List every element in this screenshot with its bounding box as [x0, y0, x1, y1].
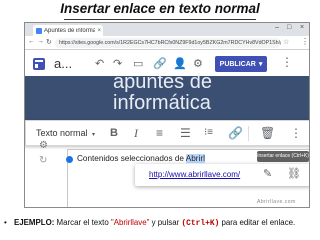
- selected-text: Abrirl: [185, 154, 205, 163]
- numbered-list-button[interactable]: ⁝≡: [204, 126, 213, 140]
- settings-gear-icon[interactable]: ⚙: [193, 57, 203, 70]
- section-settings-icon[interactable]: ⚙: [39, 140, 48, 151]
- caption-text-2: y pulsar: [149, 218, 182, 227]
- caption-text-3: para editar el enlace.: [219, 218, 296, 227]
- bold-button[interactable]: B: [110, 126, 118, 140]
- banner-title-line-2: informática: [113, 92, 211, 114]
- text-format-toolbar: Texto normal ▾ B I ≡ ☰ ⁝≡ 🔗 🗑 ⋮: [25, 120, 309, 146]
- insert-link-button[interactable]: 🔗: [228, 126, 243, 140]
- minimize-icon[interactable]: –: [275, 24, 279, 31]
- link-popup: http://www.abrirllave.com/ ✎ ⛓: [135, 164, 309, 186]
- link-url[interactable]: http://www.abrirllave.com/: [149, 170, 240, 179]
- close-window-icon[interactable]: ×: [300, 24, 304, 31]
- slide-caption: • EJEMPLO: Marcar el texto "Abrirllave" y…: [4, 218, 320, 228]
- browser-tab[interactable]: Apuntes de informática ×: [33, 25, 103, 36]
- toolbar-more-icon[interactable]: ⋮: [290, 126, 302, 140]
- more-options-icon[interactable]: ⋮: [281, 55, 293, 69]
- text-box-content[interactable]: Contenidos seleccionados de Abrirl: [77, 154, 205, 163]
- delete-icon[interactable]: 🗑: [260, 126, 275, 140]
- preview-icon[interactable]: ▭: [133, 57, 143, 70]
- unlink-icon[interactable]: ⛓: [287, 167, 301, 180]
- browser-tab-bar: Apuntes de informática × – □ ×: [25, 23, 309, 36]
- banner-title-line-1: apuntes de: [113, 71, 212, 93]
- italic-button[interactable]: I: [134, 126, 138, 140]
- tab-close-icon[interactable]: ×: [97, 28, 103, 34]
- bulleted-list-button[interactable]: ☰: [180, 126, 191, 140]
- selection-handle[interactable]: [66, 156, 73, 163]
- publish-label: PUBLICAR: [219, 60, 256, 68]
- slide-title: Insertar enlace en texto normal: [60, 1, 260, 16]
- bullet: •: [4, 218, 7, 227]
- undo-icon[interactable]: ↶: [95, 57, 104, 70]
- add-user-icon[interactable]: 👤: [173, 57, 187, 70]
- watermark: Abrirllave.com: [257, 199, 296, 205]
- link-icon[interactable]: 🔗: [153, 57, 167, 70]
- forward-icon[interactable]: →: [37, 38, 44, 45]
- caption-shortcut: (Ctrl+K): [181, 219, 220, 228]
- chevron-down-icon: ▾: [92, 132, 96, 138]
- caption-highlight: "Abrirllave": [110, 218, 150, 227]
- site-name[interactable]: a...: [54, 56, 72, 71]
- screenshot-frame: Apuntes de informática × – □ × ← → ↻ htt…: [24, 22, 310, 208]
- back-icon[interactable]: ←: [28, 38, 35, 45]
- sites-favicon-icon: [36, 27, 42, 34]
- address-bar-row: ← → ↻ https://sites.google.com/s/1R2EGCs…: [25, 36, 309, 50]
- caption-label: EJEMPLO:: [14, 218, 55, 227]
- toolbar-divider: [248, 126, 249, 141]
- sites-logo-icon[interactable]: [33, 58, 45, 70]
- section-rotate-icon[interactable]: ↻: [39, 155, 47, 166]
- publish-caret-icon: ▾: [258, 61, 263, 68]
- link-tooltip: Insertar enlace (Ctrl+K): [257, 151, 309, 162]
- bookmark-star-icon[interactable]: ☆: [283, 38, 289, 46]
- reload-icon[interactable]: ↻: [46, 38, 52, 46]
- text-before-selection: Contenidos seleccionados de: [77, 154, 186, 163]
- maximize-icon[interactable]: □: [287, 24, 291, 31]
- text-style-label: Texto normal: [36, 128, 88, 138]
- align-button[interactable]: ≡: [156, 126, 163, 140]
- publish-button[interactable]: PUBLICAR ▾: [215, 56, 267, 72]
- caption-text-1: Marcar el texto: [54, 218, 111, 227]
- edit-link-icon[interactable]: ✎: [263, 167, 272, 180]
- browser-menu-icon[interactable]: ⋮: [301, 37, 309, 46]
- redo-icon[interactable]: ↷: [113, 57, 122, 70]
- title-underline: [64, 19, 256, 20]
- text-style-dropdown[interactable]: Texto normal ▾: [36, 128, 95, 138]
- banner-title: apuntes de informática: [113, 72, 212, 114]
- url-input[interactable]: https://sites.google.com/s/1R2EGCs7HC7bR…: [55, 38, 281, 48]
- tab-title: Apuntes de informática: [44, 27, 95, 34]
